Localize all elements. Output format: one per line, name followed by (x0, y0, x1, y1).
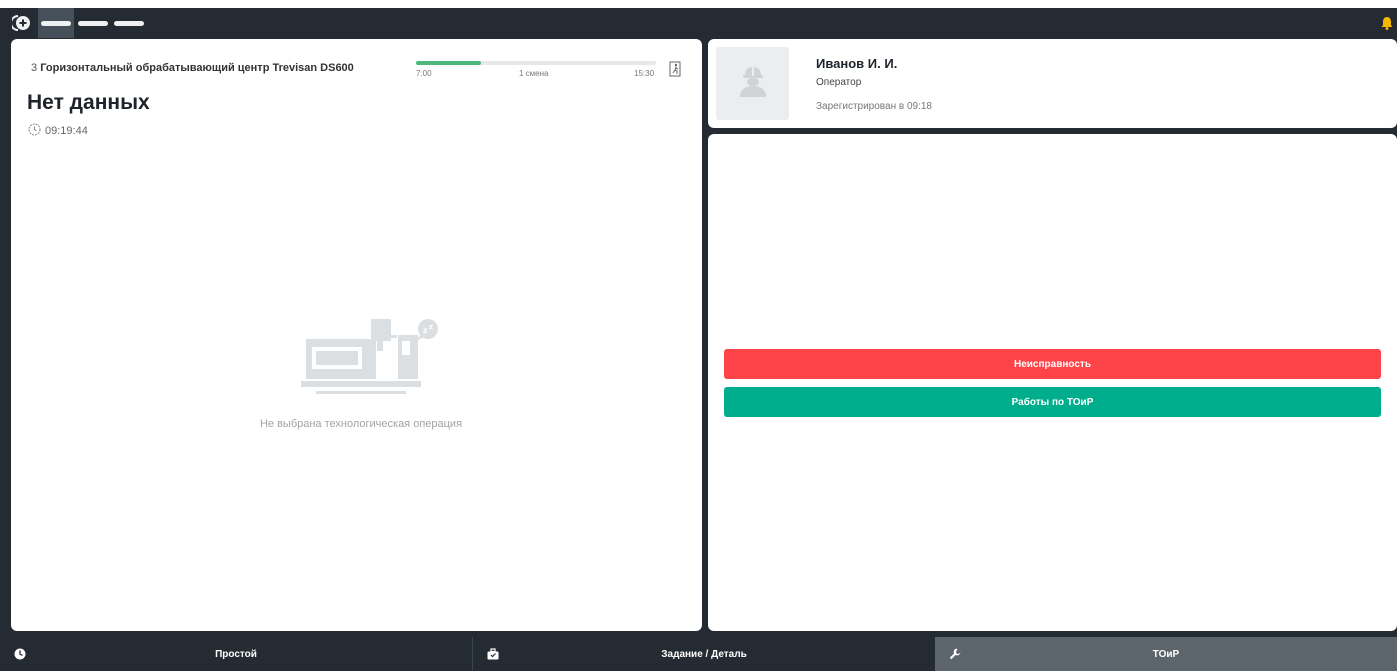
svg-text:z: z (423, 326, 428, 335)
menu-bar-2[interactable] (78, 21, 108, 26)
machine-title: 3 Горизонтальный обрабатывающий центр Tr… (31, 62, 354, 74)
machine-status: Нет данных (27, 91, 150, 114)
svg-text:z: z (429, 323, 433, 331)
shift-start: 7:00 (416, 69, 432, 78)
empty-state-message: Не выбрана технологическая операция (259, 418, 463, 430)
bottom-nav: Простой Задание / Деталь ТОиР (0, 637, 1397, 671)
shift-name: 1 смена (519, 69, 549, 78)
user-card: Иванов И. И. Оператор Зарегистрирован в … (708, 39, 1397, 128)
status-time: 09:19:44 (28, 123, 88, 139)
fault-button[interactable]: Неисправность (724, 349, 1381, 379)
menu-bar-1[interactable] (41, 21, 71, 26)
actions-card: Неисправность Работы по ТОиР (708, 134, 1397, 631)
shift-progress: 7:00 1 смена 15:30 (416, 61, 658, 85)
plus-circle-logo-icon[interactable] (10, 14, 34, 32)
worker-avatar-icon (738, 64, 768, 103)
user-name: Иванов И. И. (816, 56, 898, 71)
header-bar (0, 8, 1397, 38)
nav-tab-maintenance[interactable]: ТОиР (935, 637, 1397, 671)
user-registration-time: Зарегистрирован в 09:18 (816, 101, 932, 112)
idle-machine-icon: z z (276, 319, 446, 403)
machine-card: 3 Горизонтальный обрабатывающий центр Tr… (11, 39, 702, 631)
app-root: 3 Горизонтальный обрабатывающий центр Tr… (0, 8, 1397, 671)
top-strip (0, 0, 1397, 8)
nav-label-maintenance: ТОиР (1152, 648, 1180, 660)
clock-icon (28, 123, 41, 139)
nav-label-task: Задание / Деталь (661, 648, 747, 660)
shift-end: 15:30 (634, 69, 655, 78)
machine-number: 3 (31, 62, 38, 74)
menu-bar-3[interactable] (114, 21, 144, 26)
nav-tab-downtime[interactable]: Простой (0, 637, 472, 671)
avatar (716, 47, 789, 120)
machine-name: Горизонтальный обрабатывающий центр Trev… (40, 62, 354, 74)
exit-icon[interactable] (669, 61, 683, 77)
clock-icon (14, 648, 26, 660)
bell-icon[interactable] (1381, 16, 1393, 30)
empty-state: z z Не выбрана технологическая операция (241, 319, 481, 430)
briefcase-icon (487, 648, 499, 660)
shift-track (416, 61, 656, 65)
wrench-icon (949, 648, 961, 660)
shift-progress-fill (416, 61, 481, 65)
status-time-value: 09:19:44 (45, 125, 88, 137)
nav-label-downtime: Простой (215, 648, 257, 660)
user-role: Оператор (816, 77, 862, 88)
maintenance-button[interactable]: Работы по ТОиР (724, 387, 1381, 417)
nav-tab-task[interactable]: Задание / Деталь (473, 637, 935, 671)
